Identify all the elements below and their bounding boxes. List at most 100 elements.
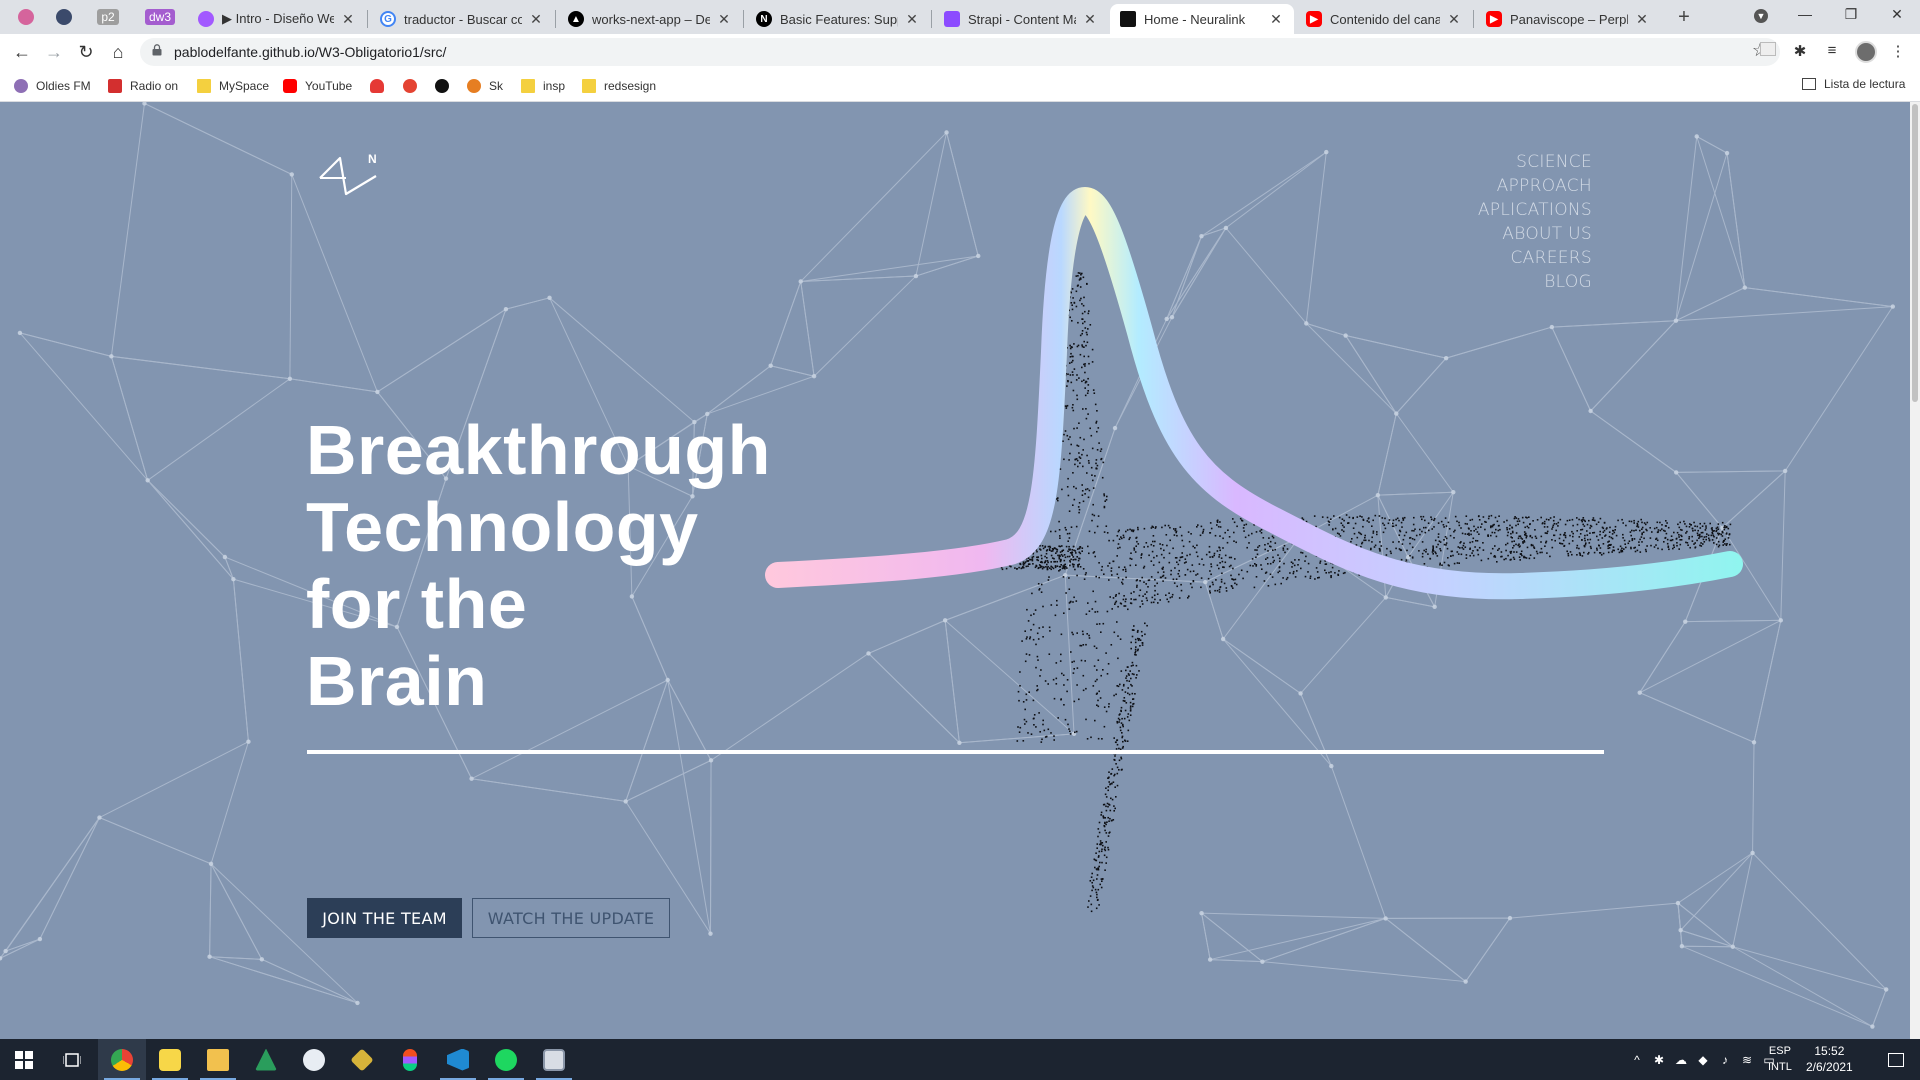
language-indicator[interactable]: ESP INTL	[1768, 1043, 1792, 1075]
task-view-button[interactable]	[48, 1039, 96, 1080]
restore-button[interactable]: ❐	[1828, 0, 1874, 30]
taskbar-steam[interactable]	[290, 1039, 338, 1080]
tab-traductor[interactable]: G traductor - Buscar con ✕	[370, 4, 554, 34]
taskbar-sticky-notes[interactable]	[146, 1039, 194, 1080]
bookmark-notion[interactable]	[435, 77, 457, 95]
tab-basic-features[interactable]: N Basic Features: Suppor ✕	[746, 4, 930, 34]
shield-tray-icon[interactable]: ◆	[1692, 1053, 1714, 1067]
bookmark-label: Oldies FM	[36, 79, 91, 93]
reading-list-button[interactable]: Lista de lectura	[1802, 77, 1905, 91]
close-icon[interactable]: ✕	[1446, 11, 1462, 28]
youtube-icon: ▶	[1306, 11, 1322, 27]
close-icon[interactable]: ✕	[528, 11, 544, 28]
close-icon[interactable]: ✕	[904, 11, 920, 28]
pinned-tab-2[interactable]	[48, 5, 80, 29]
cloud-tray-icon[interactable]: ☁	[1670, 1053, 1692, 1067]
bookmark-redsesign[interactable]: redsesign	[582, 77, 656, 95]
join-the-team-button[interactable]: JOIN THE TEAM	[307, 898, 462, 938]
reload-icon: ↻	[78, 42, 94, 62]
bookmark-youtube[interactable]: YouTube	[283, 77, 352, 95]
strapi-icon	[944, 11, 960, 27]
bookmarks-bar: Oldies FM Radio on MySpace YouTube Sk in…	[0, 70, 1920, 102]
vercel-icon: ▲	[568, 11, 584, 27]
page-scrollbar[interactable]	[1910, 102, 1920, 1039]
extension-icon[interactable]	[1760, 42, 1780, 62]
sourcetree-icon	[255, 1048, 277, 1071]
taskbar-chrome[interactable]	[98, 1039, 146, 1080]
chevron-down-icon: ▼	[1754, 9, 1768, 23]
pinned-tab-1[interactable]	[10, 5, 42, 29]
close-window-button[interactable]: ✕	[1874, 0, 1920, 30]
taskbar-spotify[interactable]	[482, 1039, 530, 1080]
bluetooth-tray-icon[interactable]: ✱	[1648, 1053, 1670, 1067]
bookmark-radio-on[interactable]: Radio on	[108, 77, 178, 95]
radio-icon	[108, 79, 122, 93]
notifications-button[interactable]	[1872, 1039, 1920, 1080]
close-icon[interactable]: ✕	[340, 11, 356, 28]
google-icon: G	[380, 11, 396, 27]
profile-avatar[interactable]	[1855, 41, 1877, 63]
tab-title: ▶ Intro - Diseño Web	[222, 11, 334, 26]
url-text: pablodelfante.github.io/W3-Obligatorio1/…	[174, 44, 447, 60]
taskbar-vscode[interactable]	[434, 1039, 482, 1080]
tab-title: works-next-app – Depl	[592, 11, 710, 27]
windows-start-button[interactable]	[0, 1039, 48, 1080]
tab-strapi[interactable]: Strapi - Content Mana ✕	[934, 4, 1108, 34]
chevron-up-icon[interactable]: ^	[1626, 1053, 1648, 1067]
bookmark-sk[interactable]: Sk	[467, 77, 503, 95]
close-icon[interactable]: ✕	[1634, 11, 1650, 28]
tab-contenido-del-canal[interactable]: ▶ Contenido del canal - Y ✕	[1296, 4, 1472, 34]
taskbar-app[interactable]	[530, 1039, 578, 1080]
bookmark-label: redsesign	[604, 79, 657, 93]
address-bar[interactable]: pablodelfante.github.io/W3-Obligatorio1/…	[140, 38, 1780, 66]
scrollbar-thumb[interactable]	[1912, 104, 1918, 402]
tab-home-neuralink[interactable]: Home - Neuralink ✕	[1110, 4, 1294, 34]
tab-search-button[interactable]: ▼	[1738, 0, 1784, 30]
home-icon: ⌂	[112, 42, 124, 62]
forward-button[interactable]: →	[42, 40, 66, 64]
bookmark-label: YouTube	[305, 79, 353, 93]
new-tab-button[interactable]: +	[1672, 6, 1696, 30]
media-queue-icon[interactable]: ≡	[1822, 42, 1842, 62]
close-icon[interactable]: ✕	[716, 11, 732, 28]
tab-intro-diseno-web[interactable]: ▶ Intro - Diseño Web ✕	[188, 4, 366, 34]
pinned-tab-badge: dw3	[144, 9, 175, 25]
minimize-button[interactable]: —	[1782, 0, 1828, 30]
tab-works-next-app[interactable]: ▲ works-next-app – Depl ✕	[558, 4, 742, 34]
puzzle-extensions-icon[interactable]: ✱	[1790, 42, 1810, 62]
gitkraken-icon	[350, 1047, 374, 1072]
volume-icon[interactable]: ♪	[1714, 1053, 1736, 1067]
home-button[interactable]: ⌂	[106, 40, 130, 64]
watch-the-update-button[interactable]: WATCH THE UPDATE	[472, 898, 670, 938]
windows-taskbar: ^ ✱ ☁ ◆ ♪ ≋ ▭ ESP INTL 15:52 2/6/2021	[0, 1039, 1920, 1080]
bookmark-myspace[interactable]: MySpace	[197, 77, 269, 95]
taskbar-clock[interactable]: 15:52 2/6/2021	[1806, 1043, 1853, 1075]
bookmark-insp[interactable]: insp	[521, 77, 565, 95]
reload-button[interactable]: ↻	[74, 40, 98, 64]
todoist-icon	[403, 79, 417, 93]
close-icon[interactable]: ✕	[1082, 11, 1098, 28]
hero-divider	[307, 750, 1604, 754]
steam-icon	[303, 1048, 325, 1071]
bookmark-huawei[interactable]	[370, 77, 392, 95]
tab-panaviscope[interactable]: ▶ Panaviscope – Perplex ✕	[1476, 4, 1660, 34]
headline-line-3: for the	[306, 565, 528, 643]
notion-icon	[435, 79, 449, 93]
back-button[interactable]: ←	[10, 40, 34, 64]
bookmark-todoist[interactable]	[403, 77, 425, 95]
taskbar-figma[interactable]	[386, 1039, 434, 1080]
pinned-tab-3[interactable]: p2	[92, 5, 124, 29]
figma-icon	[198, 11, 214, 27]
bookmark-oldies-fm[interactable]: Oldies FM	[14, 77, 91, 95]
pinned-tab-4[interactable]: dw3	[144, 5, 176, 29]
taskbar-gitkraken[interactable]	[338, 1039, 386, 1080]
huawei-icon	[370, 79, 384, 93]
menu-kebab-icon[interactable]: ⋮	[1888, 42, 1908, 62]
tab-title: Basic Features: Suppor	[780, 11, 898, 27]
taskbar-sourcetree[interactable]	[242, 1039, 290, 1080]
wifi-icon[interactable]: ≋	[1736, 1053, 1758, 1067]
vscode-icon	[447, 1048, 469, 1071]
taskbar-file-explorer[interactable]	[194, 1039, 242, 1080]
close-icon[interactable]: ✕	[1268, 11, 1284, 28]
headline-line-2: Technology	[306, 488, 699, 566]
